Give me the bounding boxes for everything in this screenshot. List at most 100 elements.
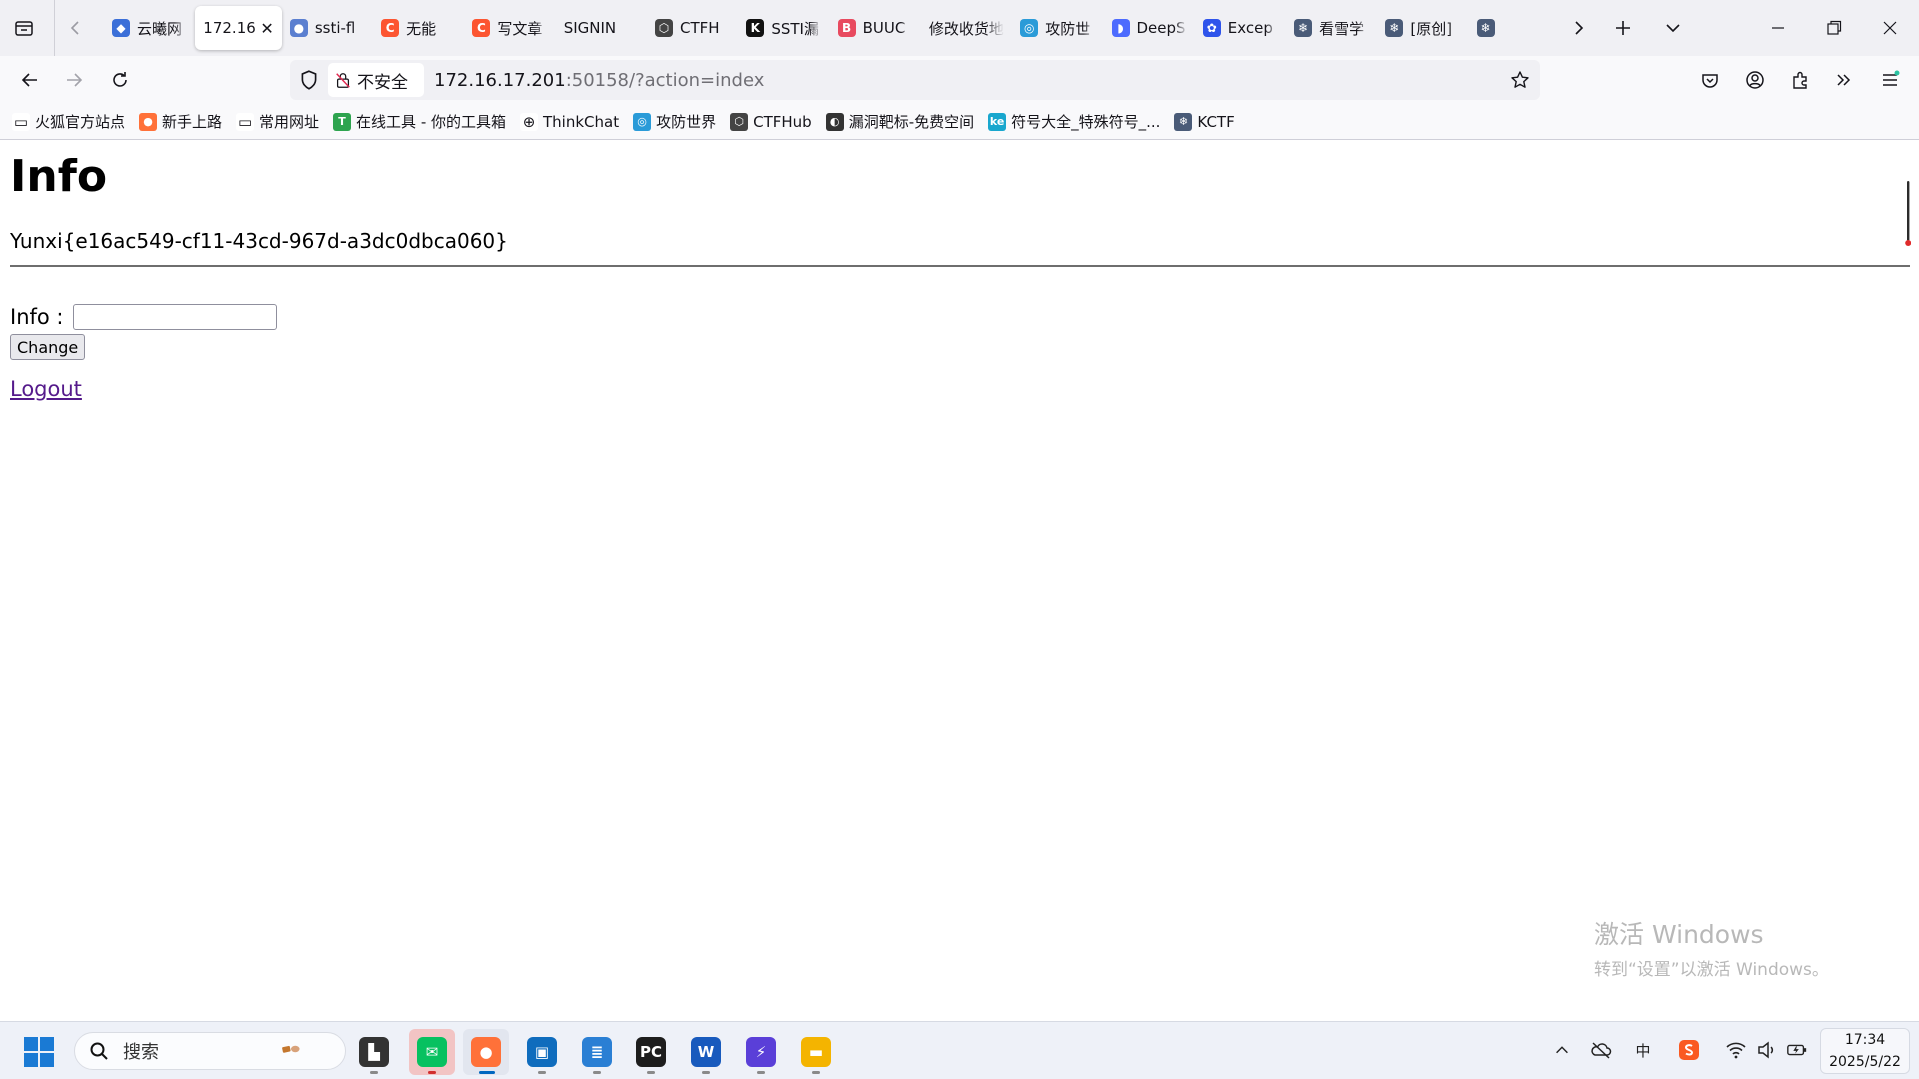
tab-title: [原创]: [1410, 19, 1453, 38]
browser-tab[interactable]: ✿ Excep: [1195, 6, 1286, 50]
volume-icon[interactable]: [1756, 1039, 1778, 1061]
forward-button[interactable]: [56, 62, 92, 98]
word-app-icon: W: [691, 1037, 721, 1067]
file-explorer-app[interactable]: ▬: [793, 1029, 839, 1075]
tab-title: SIGNIN: [563, 19, 617, 37]
browser-tab[interactable]: 172.16. ✕: [195, 6, 282, 50]
wave-icon: ◎: [1020, 19, 1039, 37]
bookmark-item[interactable]: ke 符号大全_特殊符号_...: [988, 111, 1160, 132]
change-button[interactable]: Change: [10, 334, 86, 360]
search-icon: [90, 1042, 108, 1060]
bookmark-item[interactable]: ◎ 攻防世界: [633, 111, 716, 132]
snowflake-icon: ❄: [1294, 19, 1313, 37]
tab-list-icon[interactable]: [6, 10, 42, 46]
running-indicator: [428, 1071, 436, 1074]
file-viewer-app-icon: ▙: [359, 1037, 389, 1067]
browser-tab[interactable]: K SSTI漏: [738, 6, 829, 50]
taskbar-search[interactable]: 搜索: [74, 1032, 346, 1070]
activation-title: 激活 Windows: [1594, 920, 1764, 949]
search-placeholder: 搜索: [123, 1042, 159, 1063]
pycharm-app[interactable]: PC: [628, 1029, 674, 1075]
bookmark-label: 符号大全_特殊符号_...: [1011, 113, 1161, 131]
folder-icon: ▭: [12, 112, 30, 131]
pocket-icon[interactable]: [1692, 62, 1728, 98]
bookmark-star-icon[interactable]: [1510, 70, 1530, 90]
bookmark-item[interactable]: ⊕ ThinkChat: [520, 112, 620, 131]
scroll-tabs-right-icon[interactable]: [1560, 10, 1596, 46]
forward-arrow-icon: [67, 73, 83, 87]
word-app[interactable]: W: [683, 1029, 729, 1075]
running-indicator: [370, 1071, 378, 1074]
system-clock[interactable]: 17:34 2025/5/22: [1820, 1028, 1910, 1074]
browser-tab[interactable]: ❄: [1469, 6, 1560, 50]
activation-subtitle: 转到“设置”以激活 Windows。: [1594, 960, 1829, 980]
account-icon[interactable]: [1737, 62, 1773, 98]
extensions-icon[interactable]: [1782, 62, 1818, 98]
battery-charging-icon[interactable]: [1786, 1039, 1808, 1061]
onedrive-offline-icon[interactable]: [1590, 1039, 1612, 1061]
wechat-app[interactable]: ✉: [409, 1029, 455, 1075]
back-button[interactable]: [12, 62, 48, 98]
notepad-app[interactable]: ≣: [574, 1029, 620, 1075]
browser-tab[interactable]: B BUUC: [830, 6, 921, 50]
new-tab-icon[interactable]: [1605, 10, 1641, 46]
whale-icon: ◗: [1111, 19, 1130, 37]
close-window-icon[interactable]: [1872, 10, 1908, 46]
remote-desktop-app[interactable]: ▣: [519, 1029, 565, 1075]
minimize-icon[interactable]: [1760, 10, 1796, 46]
menu-icon[interactable]: [1872, 62, 1908, 98]
browser-tab[interactable]: ❄ 看雪学: [1286, 6, 1377, 50]
more-tools-icon[interactable]: [1826, 62, 1862, 98]
info-input[interactable]: [72, 304, 277, 330]
browser-tab[interactable]: ⬡ CTFH: [647, 6, 738, 50]
file-explorer-app-icon: ▬: [801, 1037, 831, 1067]
firefox-app[interactable]: ●: [463, 1029, 509, 1075]
browser-tab[interactable]: ● ssti-fl: [282, 6, 373, 50]
file-viewer-app[interactable]: ▙: [351, 1029, 397, 1075]
browser-tab[interactable]: C 无能: [373, 6, 464, 50]
browser-tab[interactable]: 修改收货地: [921, 6, 1012, 50]
browser-tab[interactable]: C 写文章: [464, 6, 555, 50]
bookmark-item[interactable]: ⬡ CTFHub: [730, 112, 812, 131]
bookmark-label: 常用网址: [259, 113, 320, 131]
tool-icon: T: [333, 112, 352, 131]
bookmark-item[interactable]: ● 新手上路: [139, 111, 222, 132]
reload-button[interactable]: [102, 62, 138, 98]
back-arrow-icon: [21, 73, 37, 87]
tab-title: 172.16.: [203, 19, 257, 37]
scroll-tabs-left-icon[interactable]: [58, 10, 94, 46]
browser-tab[interactable]: SIGNIN: [556, 6, 647, 50]
list-all-tabs-icon[interactable]: [1655, 10, 1691, 46]
bookmark-item[interactable]: ❄ KCTF: [1174, 112, 1235, 131]
bookmark-label: ThinkChat: [543, 112, 620, 131]
sogou-ime-icon[interactable]: [1678, 1039, 1700, 1061]
wifi-icon[interactable]: [1725, 1039, 1747, 1061]
browser-tab[interactable]: ❄ [原创]: [1377, 6, 1468, 50]
close-tab-icon[interactable]: ✕: [260, 19, 273, 38]
bookmark-item[interactable]: ◐ 漏洞靶标-免费空间: [825, 111, 974, 132]
csdn-icon: C: [472, 19, 491, 37]
browser-tab[interactable]: ◗ DeepS: [1104, 6, 1195, 50]
firefox-icon: ●: [139, 112, 158, 131]
restore-icon[interactable]: [1816, 10, 1852, 46]
buu-icon: B: [837, 19, 856, 37]
tab-strip: ◆ 云曦网 172.16. ✕ ● ssti-fl C 无能 C 写文章 SIGNIN ⬡ CTFH K S…: [104, 6, 1560, 50]
bookmark-item[interactable]: ▭ 火狐官方站点: [12, 111, 125, 132]
info-form: Info : Change: [10, 304, 277, 360]
browser-tab[interactable]: ◆ 云曦网: [104, 6, 195, 50]
show-hidden-icons-icon[interactable]: [1551, 1039, 1573, 1061]
address-bar[interactable]: 不安全 172.16.17.201:50158/?action=index: [290, 60, 1540, 100]
bookmark-item[interactable]: ▭ 常用网址: [236, 111, 319, 132]
logout-link[interactable]: Logout: [10, 377, 82, 401]
tracking-shield-icon[interactable]: [298, 69, 320, 91]
bookmark-item[interactable]: T 在线工具 - 你的工具箱: [333, 111, 506, 132]
input-method-indicator[interactable]: 中: [1632, 1039, 1654, 1061]
url-text[interactable]: 172.16.17.201:50158/?action=index: [434, 60, 764, 100]
running-indicator: [538, 1071, 546, 1074]
site-security-indicator[interactable]: 不安全: [328, 63, 424, 97]
paw-icon: ✿: [1202, 19, 1221, 37]
tab-title: 攻防世: [1045, 19, 1091, 38]
browser-tab[interactable]: ◎ 攻防世: [1012, 6, 1103, 50]
windows-start-icon[interactable]: [24, 1037, 54, 1067]
burp-app[interactable]: ⚡: [738, 1029, 784, 1075]
